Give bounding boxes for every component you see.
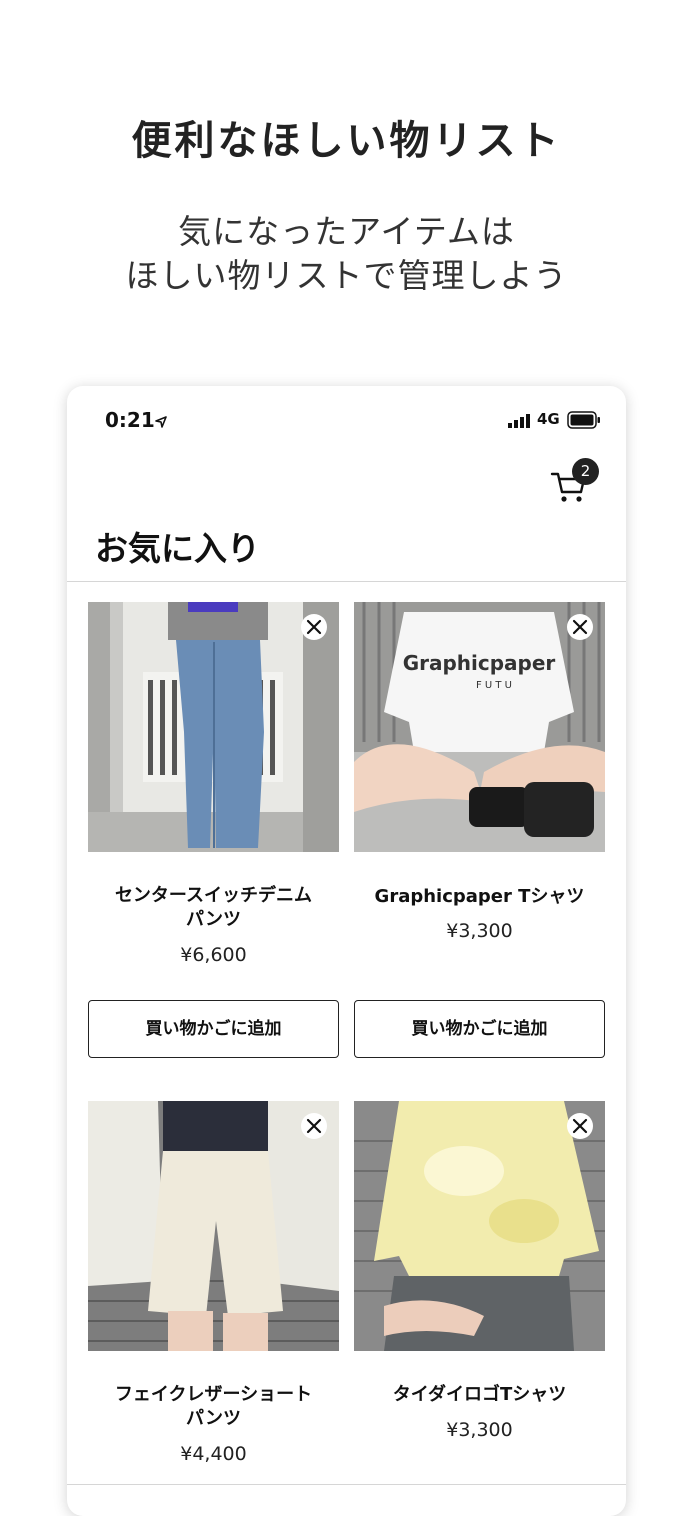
battery-icon <box>567 411 601 433</box>
item-name[interactable]: フェイクレザーショート パンツ <box>88 1383 339 1431</box>
header-divider <box>67 581 626 582</box>
status-bar: 0:21 4G <box>67 386 626 456</box>
tshirt-print-text: Graphicpaper <box>403 651 556 675</box>
cart-count-badge: 2 <box>572 458 599 485</box>
promo-subline: 気になったアイテムは ほしい物リストで管理しよう <box>125 212 568 295</box>
signal-bars-icon <box>508 413 532 432</box>
page-title: お気に入り <box>95 529 260 568</box>
promo-headline: 便利なほしい物リスト <box>131 118 562 164</box>
item-price: ¥3,300 <box>446 920 513 942</box>
add-to-cart-button[interactable]: 買い物かごに追加 <box>354 1000 605 1058</box>
network-label: 4G <box>537 410 560 428</box>
add-to-cart-button[interactable]: 買い物かごに追加 <box>88 1000 339 1058</box>
location-arrow-icon <box>155 413 167 432</box>
tshirt-print-subtext: F U T U <box>476 680 512 691</box>
item-price: ¥4,400 <box>180 1443 247 1465</box>
remove-favorite-button[interactable] <box>567 614 593 640</box>
remove-favorite-button[interactable] <box>301 1113 327 1139</box>
item-name[interactable]: Graphicpaper Tシャツ <box>354 885 605 909</box>
item-price: ¥3,300 <box>446 1419 513 1441</box>
close-icon <box>572 1118 588 1134</box>
status-time: 0:21 <box>105 408 155 432</box>
remove-favorite-button[interactable] <box>567 1113 593 1139</box>
item-price: ¥6,600 <box>180 944 247 966</box>
close-icon <box>306 1118 322 1134</box>
item-name[interactable]: タイダイロゴTシャツ <box>354 1383 605 1407</box>
close-icon <box>306 619 322 635</box>
remove-favorite-button[interactable] <box>301 614 327 640</box>
item-name[interactable]: センタースイッチデニム パンツ <box>88 884 339 932</box>
tab-bar-divider <box>67 1484 626 1485</box>
close-icon <box>572 619 588 635</box>
phone-frame: 0:21 4G 2 お気に入り センタースイッチデニム パンツ ¥6,600 買… <box>67 386 626 1516</box>
